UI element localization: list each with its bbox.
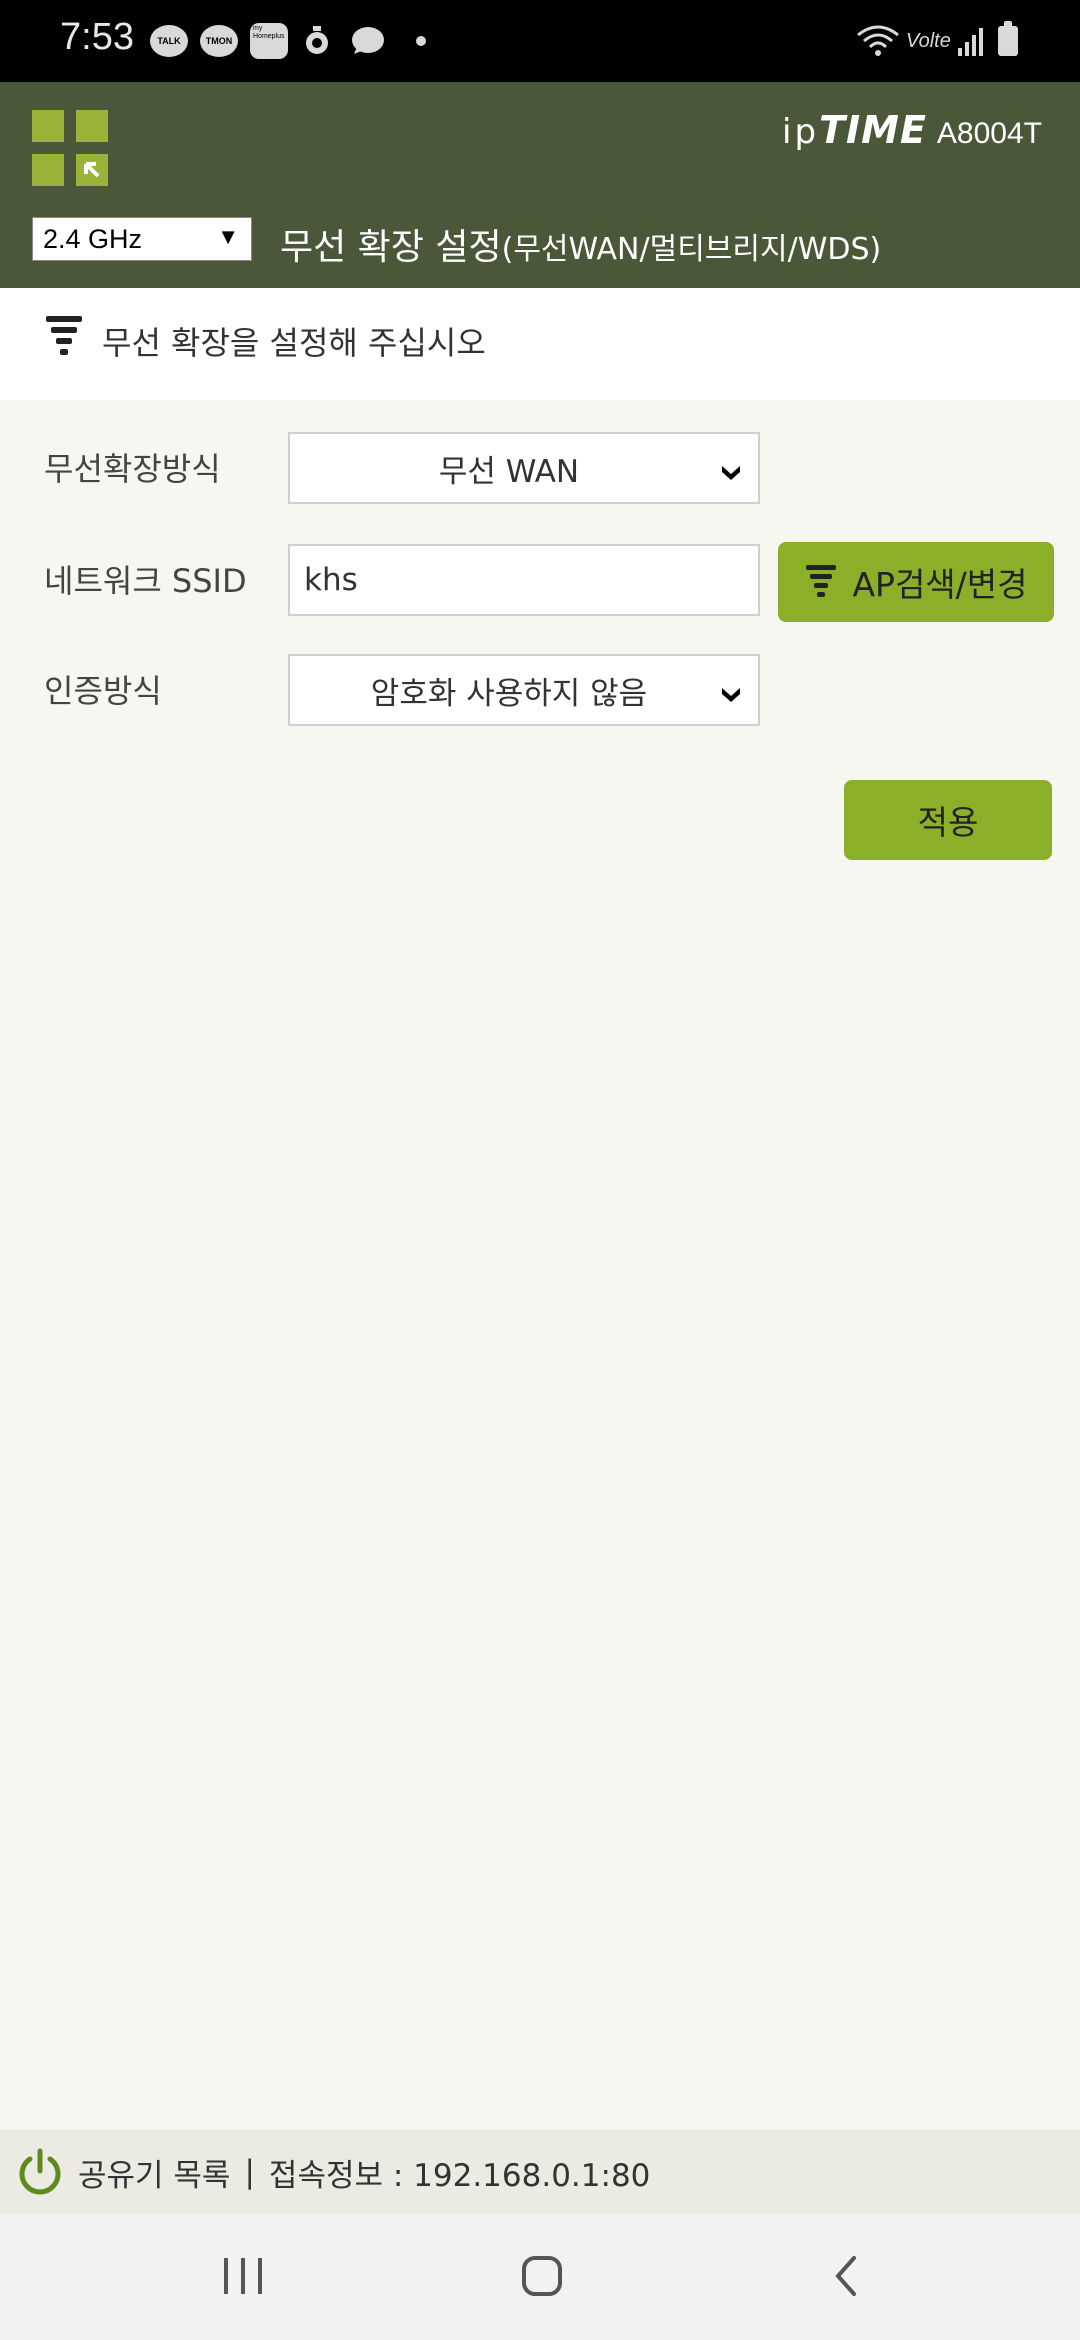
homeplus-notification-icon: my Homeplus: [250, 22, 288, 60]
chevron-down-icon: [720, 676, 742, 714]
ssid-input[interactable]: khs: [288, 544, 760, 616]
power-icon[interactable]: [16, 2147, 64, 2197]
home-icon[interactable]: [520, 2254, 564, 2302]
home-menu-icon[interactable]: [32, 110, 108, 186]
ap-search-button[interactable]: AP검색/변경: [778, 542, 1054, 622]
system-nav-bar: [0, 2214, 1080, 2340]
tmon-notification-icon: TMON: [200, 22, 238, 60]
mode-select-value: 무선 WAN: [438, 453, 580, 490]
instruction-bar: 무선 확장을 설정해 주십시오: [0, 288, 1080, 400]
wifi-icon: [856, 22, 900, 60]
footer-bar: 공유기 목록 | 접속정보 : 192.168.0.1:80: [0, 2130, 1080, 2214]
connection-info: 접속정보 : 192.168.0.1:80: [268, 2157, 651, 2194]
page-title: 무선 확장 설정(무선WAN/멀티브리지/WDS): [280, 227, 882, 268]
ssid-input-value: khs: [304, 562, 358, 598]
ap-search-label: AP검색/변경: [852, 565, 1028, 604]
band-select-value: 2.4 GHz: [43, 223, 143, 254]
battery-icon: [998, 21, 1018, 60]
chevron-down-icon: [720, 454, 742, 492]
model-name: A8004T: [936, 117, 1042, 150]
filter-icon: [44, 314, 84, 362]
mode-label: 무선확장방식: [44, 450, 221, 488]
alarm-icon: [302, 22, 332, 60]
status-bar: 7:53 TALK TMON my Homeplus Volte: [0, 0, 1080, 82]
mode-select[interactable]: 무선 WAN: [288, 432, 760, 504]
auth-select-value: 암호화 사용하지 않음: [370, 675, 648, 712]
volte-icon: Volte: [906, 29, 951, 52]
back-icon[interactable]: [830, 2254, 862, 2302]
router-list-link[interactable]: 공유기 목록: [78, 2150, 230, 2195]
apply-button[interactable]: 적용: [844, 780, 1052, 860]
dropdown-arrow-icon: ▼: [217, 224, 239, 249]
brand-logo: ip TIME A8004T: [782, 108, 1042, 152]
app-header: ip TIME A8004T 2.4 GHz ▼ 무선 확장 설정(무선WAN/…: [0, 82, 1080, 288]
signal-icon: [958, 22, 983, 60]
filter-icon: [804, 563, 838, 601]
instruction-text: 무선 확장을 설정해 주십시오: [102, 324, 486, 362]
chat-bubble-icon: [348, 22, 386, 60]
recent-apps-icon[interactable]: [220, 2254, 266, 2302]
auth-select[interactable]: 암호화 사용하지 않음: [288, 654, 760, 726]
footer-separator: |: [244, 2154, 255, 2190]
kakaotalk-notification-icon: TALK: [150, 22, 188, 60]
status-time: 7:53: [60, 16, 134, 58]
auth-label: 인증방식: [44, 672, 162, 710]
ssid-label: 네트워크 SSID: [44, 562, 247, 600]
band-select[interactable]: 2.4 GHz ▼: [32, 217, 252, 261]
more-notifications-dot-icon: [416, 22, 426, 60]
